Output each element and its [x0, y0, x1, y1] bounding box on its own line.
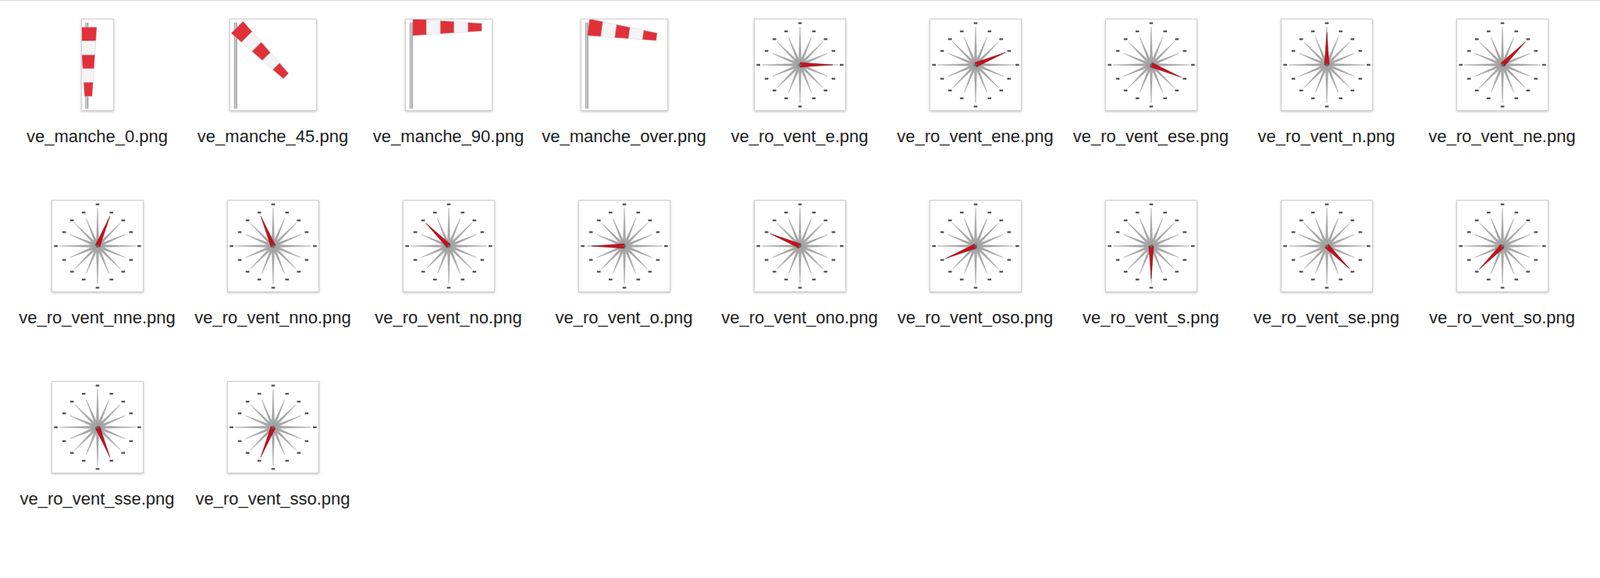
- compass-rose-icon: [52, 381, 143, 473]
- windsock-icon: [81, 19, 114, 111]
- file-name: ve_ro_vent_o.png: [537, 305, 712, 330]
- file-name: ve_ro_vent_nno.png: [186, 305, 360, 330]
- windsock-icon: [581, 19, 668, 111]
- file-name: ve_manche_45.png: [186, 124, 360, 149]
- file-name: ve_ro_vent_sso.png: [186, 486, 360, 511]
- file-thumbnail: [1456, 199, 1549, 292]
- file-item[interactable]: ve_manche_0.png: [9, 17, 185, 200]
- file-thumbnail: [81, 18, 114, 111]
- compass-rose-icon: [1105, 200, 1197, 292]
- file-item[interactable]: ve_ro_vent_n.png: [1238, 17, 1415, 200]
- compass-rose-icon: [403, 200, 495, 292]
- file-item[interactable]: ve_ro_vent_oso.png: [887, 199, 1064, 381]
- file-name: ve_ro_vent_so.png: [1415, 305, 1590, 330]
- file-thumbnail: [578, 199, 671, 292]
- compass-rose-icon: [930, 200, 1021, 292]
- file-name: ve_ro_vent_e.png: [713, 124, 887, 149]
- file-name: ve_manche_0.png: [10, 124, 185, 149]
- compass-rose-icon: [227, 200, 319, 292]
- file-name: ve_ro_vent_ese.png: [1064, 124, 1238, 149]
- file-item[interactable]: ve_manche_90.png: [360, 17, 537, 200]
- file-thumbnail: [1456, 18, 1549, 111]
- file-name: ve_ro_vent_nne.png: [10, 305, 185, 330]
- file-item[interactable]: ve_ro_vent_ene.png: [887, 17, 1064, 200]
- file-thumbnail: [753, 18, 847, 111]
- file-name: ve_ro_vent_ono.png: [713, 305, 887, 330]
- file-name: ve_ro_vent_s.png: [1064, 305, 1238, 330]
- file-thumbnail: [580, 18, 669, 111]
- file-thumbnail: [227, 199, 320, 292]
- compass-rose-icon: [1281, 200, 1373, 292]
- windsock-icon: [230, 19, 317, 111]
- file-item[interactable]: ve_ro_vent_nno.png: [184, 199, 361, 381]
- file-thumbnail: [229, 18, 317, 111]
- compass-rose-icon: [1457, 19, 1548, 111]
- file-thumbnail: [753, 199, 847, 292]
- file-thumbnail: [929, 199, 1022, 292]
- compass-rose-icon: [754, 200, 846, 292]
- file-item[interactable]: ve_ro_vent_sso.png: [184, 380, 361, 562]
- file-thumbnail: [929, 18, 1022, 111]
- file-thumbnail: [227, 380, 320, 473]
- file-item[interactable]: ve_ro_vent_s.png: [1063, 199, 1239, 381]
- file-item[interactable]: ve_ro_vent_so.png: [1414, 199, 1590, 381]
- finder-icon-view: ve_manche_0.pngve_manche_45.pngve_manche…: [0, 0, 1600, 578]
- file-name: ve_ro_vent_oso.png: [888, 305, 1063, 330]
- windsock-icon: [405, 19, 492, 111]
- file-name: ve_ro_vent_n.png: [1240, 124, 1414, 149]
- file-item[interactable]: ve_ro_vent_sse.png: [9, 380, 185, 562]
- file-item[interactable]: ve_ro_vent_no.png: [360, 199, 537, 381]
- compass-rose-icon: [579, 200, 670, 292]
- compass-rose-icon: [227, 381, 319, 473]
- compass-rose-icon: [52, 200, 143, 292]
- file-item[interactable]: ve_manche_45.png: [184, 17, 361, 200]
- file-item[interactable]: ve_ro_vent_ono.png: [711, 199, 888, 381]
- file-name: ve_ro_vent_ne.png: [1415, 124, 1590, 149]
- file-name: ve_ro_vent_ene.png: [888, 124, 1063, 149]
- compass-rose-icon: [1105, 19, 1197, 111]
- compass-rose-icon: [754, 19, 846, 111]
- file-name: ve_ro_vent_no.png: [362, 305, 536, 330]
- file-thumbnail: [1105, 199, 1198, 292]
- compass-rose-icon: [930, 19, 1021, 111]
- file-name: ve_ro_vent_se.png: [1240, 305, 1414, 330]
- file-thumbnail: [51, 380, 144, 473]
- compass-rose-icon: [1281, 19, 1373, 111]
- file-item[interactable]: ve_ro_vent_ese.png: [1063, 17, 1239, 200]
- file-thumbnail: [402, 199, 495, 292]
- compass-rose-icon: [1457, 200, 1548, 292]
- file-item[interactable]: ve_ro_vent_se.png: [1238, 199, 1415, 381]
- file-item[interactable]: ve_ro_vent_o.png: [536, 199, 712, 381]
- file-name: ve_manche_over.png: [537, 124, 712, 149]
- file-item[interactable]: ve_manche_over.png: [536, 17, 712, 200]
- file-item[interactable]: ve_ro_vent_e.png: [711, 17, 888, 200]
- file-name: ve_manche_90.png: [362, 124, 536, 149]
- file-thumbnail: [51, 199, 144, 292]
- file-thumbnail: [405, 18, 493, 111]
- file-name: ve_ro_vent_sse.png: [10, 486, 185, 511]
- file-thumbnail: [1280, 199, 1373, 292]
- file-thumbnail: [1280, 18, 1373, 111]
- file-item[interactable]: ve_ro_vent_nne.png: [9, 199, 185, 381]
- file-item[interactable]: ve_ro_vent_ne.png: [1414, 17, 1590, 200]
- file-thumbnail: [1105, 18, 1198, 111]
